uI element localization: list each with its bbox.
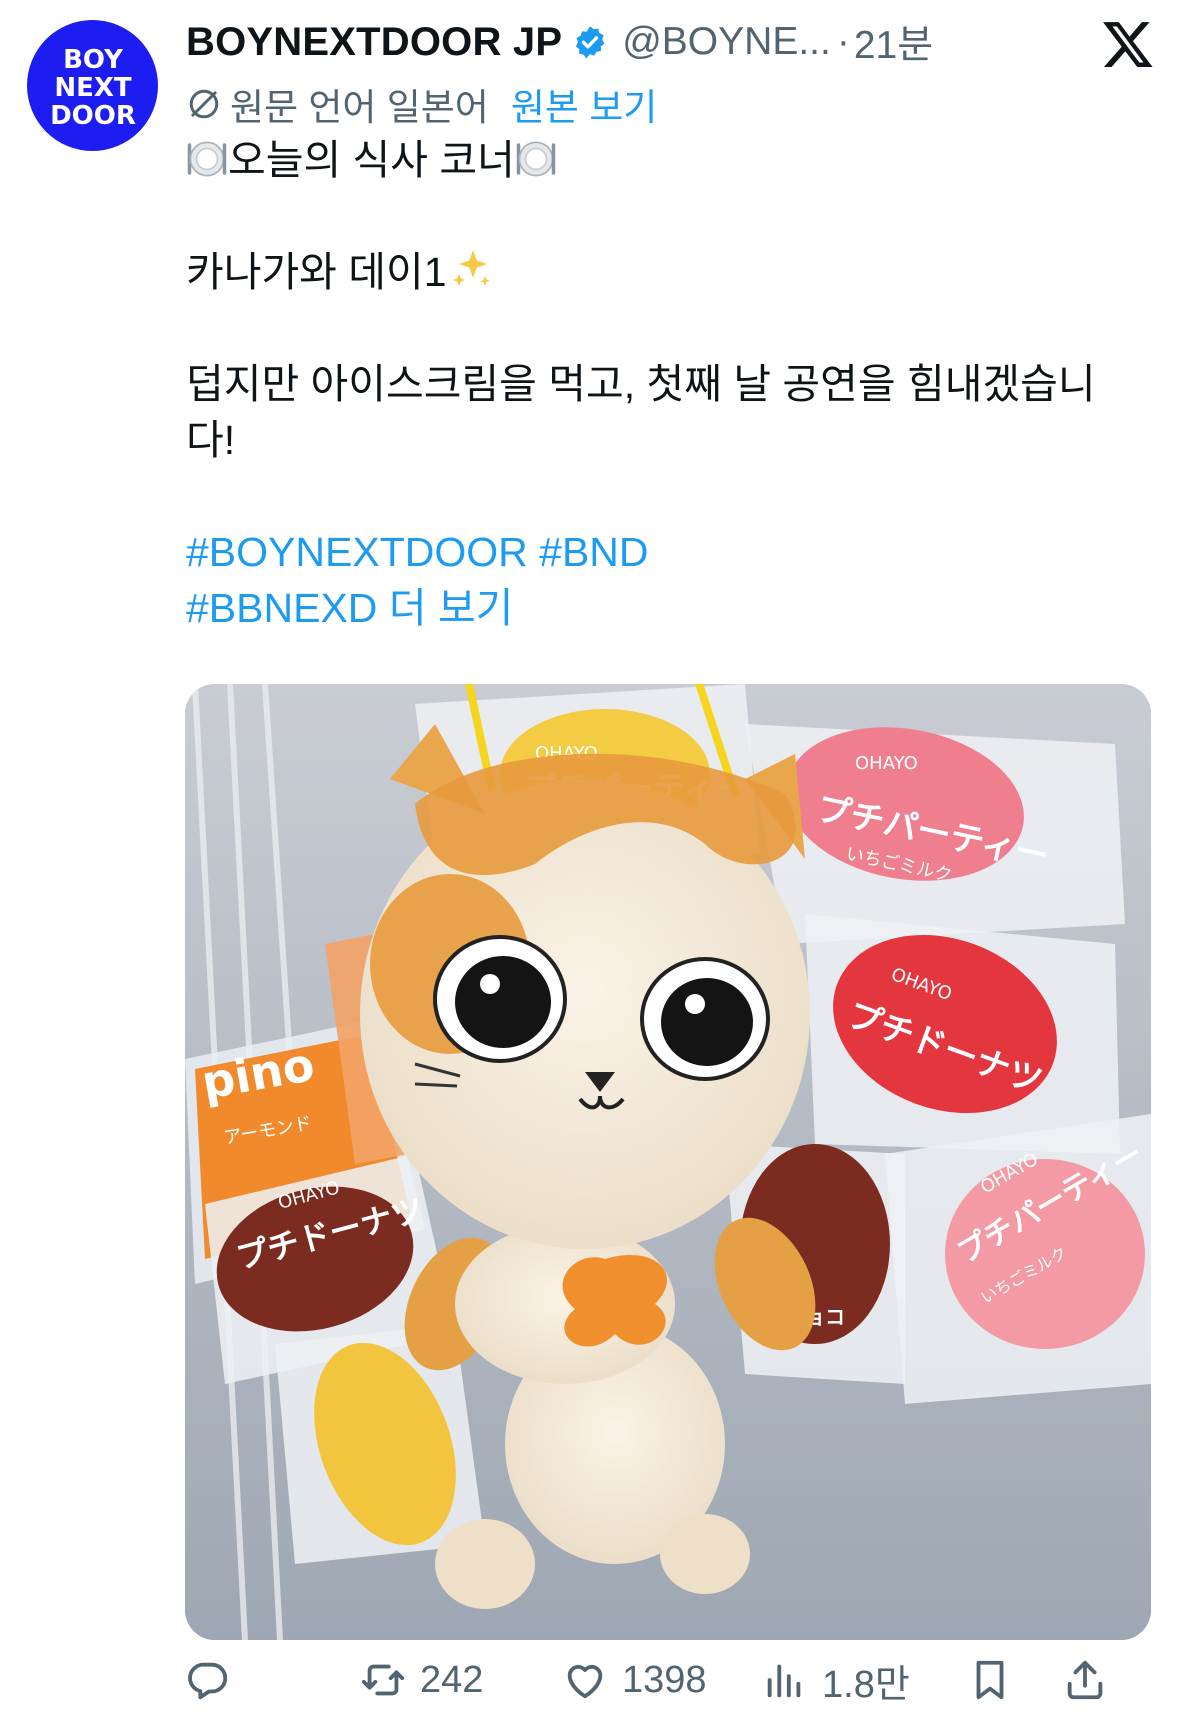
plush-photo: pino アーモンド OHAYO プチパーティー OHAYO プチパーティー い… — [185, 684, 1151, 1640]
pink-wrapper-top-right: OHAYO プチパーティー いちごミルク — [745, 724, 1125, 944]
show-more-link[interactable]: 더 보기 — [389, 585, 514, 631]
hashtag-line-1: #BOYNEXTDOOR #BND — [186, 524, 1126, 580]
post-line-3: 덥지만 아이스크림을 먹고, 첫째 날 공연을 힘내겠습니다! — [186, 361, 1096, 463]
post-line-2-text: 카나가와 데이1 — [186, 249, 447, 295]
action-bar: 242 1398 1.8만 — [185, 1650, 1165, 1710]
translation-label: 원문 언어 일본어 — [230, 87, 489, 128]
post-image[interactable]: pino アーモンド OHAYO プチパーティー OHAYO プチパーティー い… — [185, 684, 1151, 1640]
retweet-button[interactable]: 242 — [360, 1657, 562, 1703]
show-original-link[interactable]: 원본 보기 — [511, 77, 657, 131]
views-chart-icon — [767, 1664, 801, 1698]
views-button[interactable]: 1.8만 — [762, 1653, 967, 1708]
hashtag-bnd[interactable]: #BND — [539, 529, 648, 575]
red-wrapper-right: OHAYO プチドーナツ — [805, 914, 1120, 1154]
separator-dot: · — [836, 20, 850, 63]
sparkles-icon — [452, 250, 490, 286]
avatar-text-1: BOY — [63, 45, 124, 75]
post-line-2: 카나가와 데이1 — [186, 244, 1126, 300]
plate-cutlery-icon — [187, 141, 227, 177]
avatar[interactable]: BOY NEXT DOOR — [27, 20, 158, 151]
pink-wrapper-bottom-right: OHAYO プチパーティー いちごミルク — [885, 1114, 1151, 1404]
bookmark-icon — [976, 1660, 1004, 1700]
hashtag-line-2: #BBNEXD 더 보기 — [186, 580, 1126, 636]
post-header: BOYNEXTDOOR JP @BOYNE... · 21분 — [186, 14, 1059, 70]
verified-badge-icon — [576, 26, 605, 59]
x-logo-icon[interactable] — [1101, 17, 1155, 71]
ohayo-label-2: OHAYO — [855, 753, 918, 774]
post-text: 오늘의 식사 코너 카나가와 데이1 덥지만 아이스크림을 먹고, 첫째 날 공… — [186, 132, 1126, 636]
retweet-icon — [361, 1664, 405, 1696]
avatar-logo: BOY NEXT DOOR — [50, 45, 136, 131]
handle[interactable]: @BOYNE... — [622, 20, 831, 64]
avatar-text-3: DOOR — [50, 101, 136, 131]
post-title-line: 오늘의 식사 코너 — [186, 132, 1126, 188]
view-count: 1.8만 — [822, 1663, 910, 1706]
post-title-text: 오늘의 식사 코너 — [228, 137, 515, 183]
share-icon — [1067, 1660, 1103, 1700]
avatar-text-2: NEXT — [54, 73, 132, 103]
heart-icon — [567, 1664, 603, 1699]
like-count: 1398 — [622, 1658, 707, 1701]
like-button[interactable]: 1398 — [562, 1657, 762, 1703]
hashtag-boynextdoor[interactable]: #BOYNEXTDOOR — [186, 529, 528, 575]
plate-cutlery-icon — [516, 141, 556, 177]
translate-icon — [189, 89, 219, 119]
bookmark-button[interactable] — [967, 1657, 1062, 1703]
post-time[interactable]: 21분 — [854, 14, 933, 70]
display-name[interactable]: BOYNEXTDOOR JP — [186, 20, 562, 65]
reply-icon — [188, 1662, 228, 1700]
retweet-count: 242 — [420, 1658, 484, 1701]
reply-button[interactable] — [185, 1657, 360, 1703]
translation-row: 원문 언어 일본어 원본 보기 — [186, 80, 657, 128]
share-button[interactable] — [1062, 1657, 1108, 1703]
hashtag-bbnexd[interactable]: #BBNEXD — [186, 585, 377, 631]
